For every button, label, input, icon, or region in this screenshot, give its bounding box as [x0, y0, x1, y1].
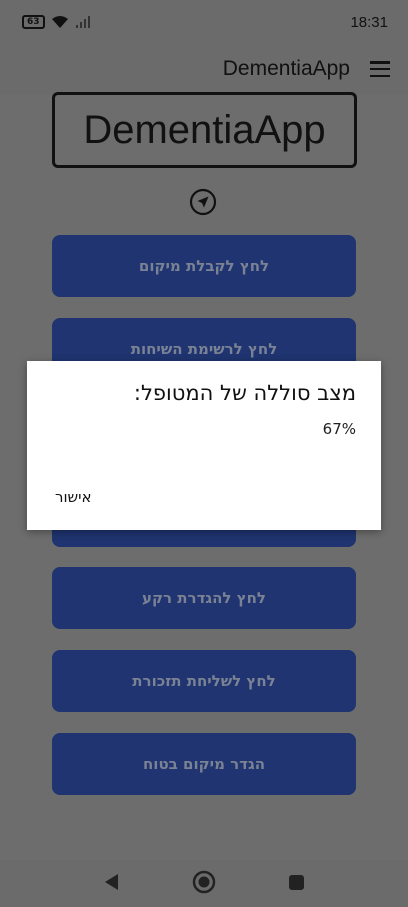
- dialog-title: מצב סוללה של המטופל:: [133, 381, 356, 405]
- back-icon[interactable]: [102, 872, 120, 892]
- recent-apps-icon[interactable]: [289, 875, 304, 890]
- app-title: DementiaApp: [222, 57, 350, 80]
- home-icon[interactable]: [192, 870, 216, 894]
- status-icons: 63: [22, 15, 93, 29]
- send-reminder-button[interactable]: לחץ לשליחת תזכורת: [52, 650, 356, 712]
- app-bar: DementiaApp: [0, 44, 408, 94]
- navigation-arrow-icon[interactable]: [189, 188, 217, 216]
- menu-icon[interactable]: [370, 61, 390, 77]
- system-nav-bar: [0, 860, 408, 907]
- battery-level: 63: [27, 17, 40, 27]
- signal-icon: [75, 16, 90, 28]
- set-background-button[interactable]: לחץ להגדרת רקע: [52, 567, 356, 629]
- status-bar: 63 18:31: [0, 0, 408, 44]
- dialog-ok-button[interactable]: אישור: [55, 488, 92, 506]
- wifi-icon: [51, 16, 68, 28]
- dialog-message: 67%: [322, 420, 356, 438]
- status-time: 18:31: [350, 13, 388, 31]
- battery-icon: 63: [22, 15, 45, 29]
- get-location-button[interactable]: לחץ לקבלת מיקום: [52, 235, 356, 297]
- app-logo: DementiaApp: [52, 92, 357, 168]
- set-safe-location-button[interactable]: הגדר מיקום בטוח: [52, 733, 356, 795]
- battery-dialog: מצב סוללה של המטופל: 67% אישור: [27, 361, 381, 530]
